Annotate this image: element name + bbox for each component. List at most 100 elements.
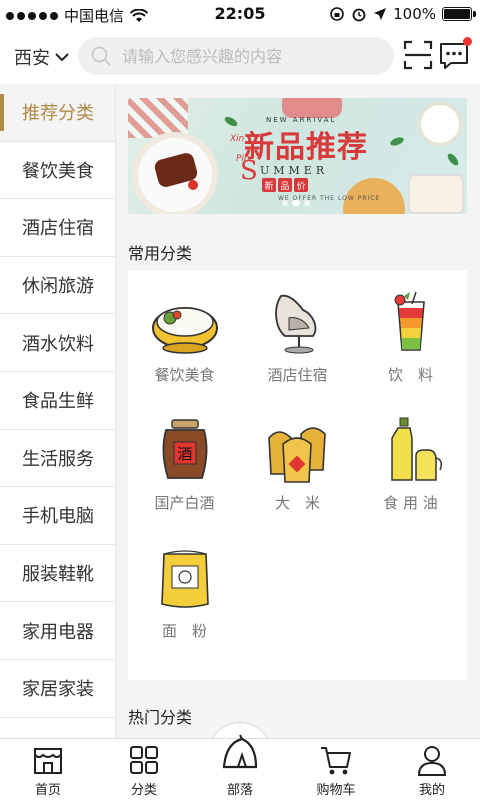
search-icon: [91, 46, 111, 66]
category-flour[interactable]: 面 粉: [128, 526, 241, 654]
category-baijiu[interactable]: 酒 国产白酒: [128, 398, 241, 526]
category-label: 大 米: [274, 494, 320, 512]
liquor-jar-icon: 酒: [162, 419, 208, 479]
tab-label: 分类: [130, 783, 157, 798]
grid-icon: [130, 746, 158, 774]
category-beverages[interactable]: 饮 料: [354, 270, 467, 398]
common-category-grid: 餐饮美食 酒店住宿 饮 料 酒 国产白酒 大 米 食 用 油 面 粉: [128, 270, 467, 680]
banner-title: 新品推荐: [244, 130, 368, 165]
cart-icon: [321, 747, 351, 775]
sidebar-item-home[interactable]: 家居家装: [0, 660, 115, 718]
banner-pager: [282, 200, 310, 206]
unread-dot: [463, 37, 472, 46]
sidebar-item-drinks[interactable]: 酒水饮料: [0, 314, 115, 372]
banner-summer-initial: S: [240, 156, 258, 186]
category-label: 国产白酒: [154, 494, 215, 512]
category-cooking-oil[interactable]: 食 用 油: [354, 398, 467, 526]
layered-drink-icon: [394, 291, 425, 351]
city-selector[interactable]: 西安: [14, 44, 70, 70]
oil-bottle-icon: [391, 417, 443, 481]
category-content: NEW ARRIVAL Xin Pin 新品推荐 S UMMER 新 品 价 W…: [116, 84, 480, 738]
tab-label: 部落: [226, 783, 253, 798]
leaf-icon: [389, 135, 405, 148]
tablecloth-decor: [128, 98, 188, 138]
bottom-tab-bar: 首页 分类 部落 购物车 我的: [0, 734, 480, 800]
sidebar-item-label: 手机电脑: [22, 506, 94, 528]
top-header: 西安: [0, 28, 480, 84]
meat-image: [282, 98, 342, 118]
svg-text:酒: 酒: [177, 445, 192, 463]
shop-icon: [34, 748, 62, 774]
sidebar-item-label: 家居家装: [22, 679, 94, 701]
sidebar-item-label: 服装鞋靴: [22, 564, 94, 586]
stamp-char: 品: [278, 178, 292, 192]
sidebar-item-food[interactable]: 餐饮美食: [0, 142, 115, 200]
sidebar-item-label: 餐饮美食: [22, 160, 94, 182]
scan-icon[interactable]: [402, 39, 434, 71]
sidebar-item-hotel[interactable]: 酒店住宿: [0, 199, 115, 257]
search-input[interactable]: [122, 46, 362, 66]
sidebar-item-clothing[interactable]: 服装鞋靴: [0, 545, 115, 603]
tab-home[interactable]: 首页: [0, 739, 96, 800]
search-bar[interactable]: [78, 37, 394, 75]
tab-category[interactable]: 分类: [96, 739, 192, 800]
sidebar-item-appliances[interactable]: 家用电器: [0, 602, 115, 660]
leaf-icon: [223, 114, 239, 129]
egg-chair-icon: [275, 294, 317, 354]
sidebar-item-phones-computers[interactable]: 手机电脑: [0, 487, 115, 545]
sidebar-item-recommended[interactable]: 推荐分类: [0, 84, 115, 142]
status-bar: 中国电信 22:05 100%: [0, 0, 480, 28]
sidebar-item-life-services[interactable]: 生活服务: [0, 430, 115, 488]
common-section-title: 常用分类: [128, 244, 193, 263]
hot-section-title: 热门分类: [128, 708, 193, 727]
tab-label: 购物车: [316, 783, 356, 798]
sidebar-item-label: 家用电器: [22, 621, 94, 643]
location-arrow-icon: [374, 8, 387, 20]
banner-xin: Xin: [230, 134, 245, 144]
tab-label: 首页: [34, 783, 61, 798]
tomato-image: [188, 180, 198, 190]
rice-bowl-icon: [152, 307, 218, 354]
sidebar-item-label: 酒水饮料: [22, 333, 94, 355]
category-label: 餐饮美食: [154, 366, 215, 384]
category-sidebar: 推荐分类 餐饮美食 酒店住宿 休闲旅游 酒水饮料 食品生鲜 生活服务 手机电脑 …: [0, 84, 116, 738]
user-icon: [417, 746, 447, 776]
category-label: 面 粉: [161, 622, 207, 640]
cup-image: [418, 102, 462, 146]
tab-label: 我的: [418, 783, 445, 798]
tab-profile[interactable]: 我的: [384, 739, 480, 800]
category-label: 食 用 油: [383, 494, 438, 512]
category-food[interactable]: 餐饮美食: [128, 270, 241, 398]
pager-dot[interactable]: [304, 200, 310, 206]
pager-dot-active[interactable]: [292, 200, 300, 206]
battery-icon: [442, 7, 476, 21]
tab-tribe[interactable]: 部落: [192, 734, 288, 800]
sidebar-item-label: 推荐分类: [22, 103, 94, 125]
chevron-down-icon: [55, 53, 69, 62]
flour-bag-icon: [161, 550, 209, 608]
dish-image: [408, 174, 464, 214]
rotation-lock-icon: [330, 7, 344, 21]
rice-sack-icon: [268, 427, 326, 483]
sidebar-item-label: 休闲旅游: [22, 276, 94, 298]
tent-icon: [222, 734, 258, 769]
alarm-icon: [352, 8, 366, 22]
category-label: 饮 料: [387, 366, 433, 384]
battery-percent: 100%: [393, 5, 436, 23]
category-label: 酒店住宿: [267, 366, 328, 384]
category-rice[interactable]: 大 米: [241, 398, 354, 526]
banner-summer: UMMER: [260, 164, 329, 177]
tab-cart[interactable]: 购物车: [288, 739, 384, 800]
stamp-char: 新: [262, 178, 276, 192]
message-button[interactable]: [438, 37, 472, 71]
promo-banner[interactable]: NEW ARRIVAL Xin Pin 新品推荐 S UMMER 新 品 价 W…: [128, 98, 467, 214]
sidebar-item-label: 食品生鲜: [22, 391, 94, 413]
sidebar-item-travel[interactable]: 休闲旅游: [0, 257, 115, 315]
sidebar-item-label: 酒店住宿: [22, 218, 94, 240]
leaf-icon: [445, 151, 461, 168]
city-label: 西安: [14, 48, 50, 69]
pager-dot[interactable]: [282, 200, 288, 206]
category-hotel[interactable]: 酒店住宿: [241, 270, 354, 398]
sidebar-item-label: 生活服务: [22, 448, 94, 470]
sidebar-item-fresh-food[interactable]: 食品生鲜: [0, 372, 115, 430]
